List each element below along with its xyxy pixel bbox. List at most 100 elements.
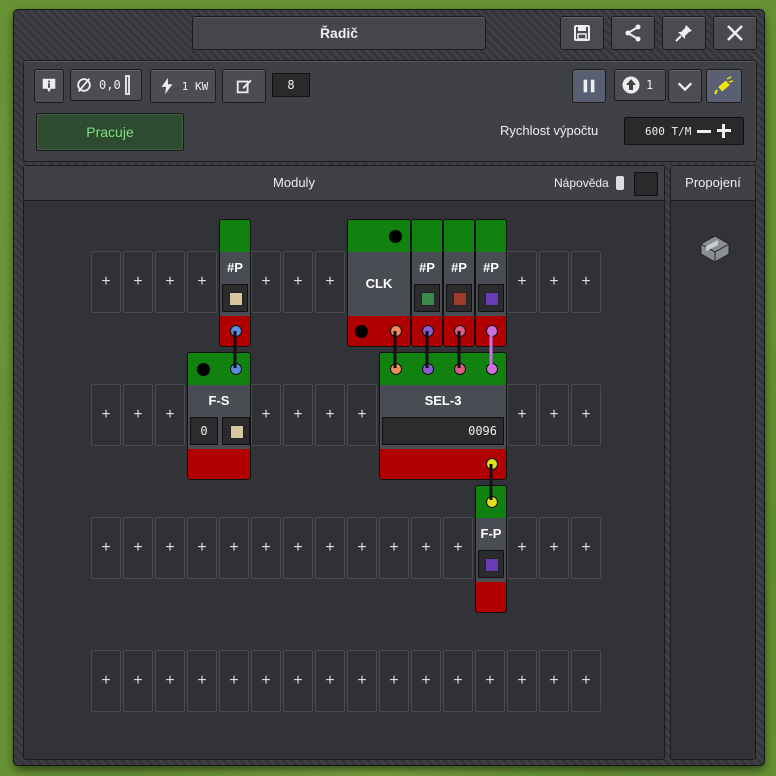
module-fp-input-port[interactable] [486,496,498,508]
step-dropdown-button[interactable] [668,69,702,103]
module-fs-value[interactable]: 0 [190,417,218,445]
empty-slot[interactable]: + [251,384,281,446]
empty-slot[interactable]: + [219,517,249,579]
empty-slot[interactable]: + [379,650,409,712]
module-fs-label: F-S [208,393,230,408]
empty-slot[interactable]: + [91,384,121,446]
speed-decrease-button[interactable] [697,129,712,133]
empty-slot[interactable]: + [315,251,345,313]
empty-slot[interactable]: + [571,384,601,446]
edit-button[interactable] [222,69,266,103]
module-p4[interactable]: #P [475,219,507,347]
module-p1-item[interactable] [222,284,248,312]
empty-slot[interactable]: + [155,517,185,579]
module-fs-item[interactable] [222,417,250,445]
module-sel3-value[interactable]: 0096 [382,417,504,445]
empty-slot[interactable]: + [507,517,537,579]
module-fs-input-port[interactable] [230,363,242,375]
module-p2[interactable]: #P [411,219,443,347]
flashlight-icon [714,76,734,95]
empty-slot[interactable]: + [91,251,121,313]
empty-slot[interactable]: + [187,251,217,313]
energy-button[interactable]: 1 KW [150,69,216,103]
module-clk-output-port[interactable] [390,325,402,337]
empty-slot[interactable]: + [91,517,121,579]
empty-slot[interactable]: + [315,384,345,446]
module-p4-item[interactable] [478,284,504,312]
close-button[interactable] [713,16,757,50]
empty-slot[interactable]: + [123,517,153,579]
empty-slot[interactable]: + [315,517,345,579]
empty-slot[interactable]: + [219,650,249,712]
module-p4-output-port[interactable] [486,325,498,337]
empty-slot[interactable]: + [155,650,185,712]
module-sel3-label: SEL-3 [424,393,462,408]
empty-slot[interactable]: + [539,650,569,712]
empty-slot[interactable]: + [347,517,377,579]
empty-slot[interactable]: + [571,517,601,579]
module-clk[interactable]: CLK [347,219,411,347]
power-button[interactable]: 0,0 [70,69,142,101]
empty-slot[interactable]: + [571,650,601,712]
item-icon [485,292,499,306]
pin-button[interactable] [662,16,706,50]
speed-increase-button[interactable] [717,124,732,138]
empty-slot[interactable]: + [155,251,185,313]
empty-slot[interactable]: + [283,650,313,712]
empty-slot[interactable]: + [155,384,185,446]
empty-slot[interactable]: + [123,650,153,712]
step-button[interactable]: 1 [614,69,666,101]
empty-slot[interactable]: + [539,517,569,579]
module-p3-item[interactable] [446,284,472,312]
empty-slot[interactable]: + [379,517,409,579]
module-p2-item[interactable] [414,284,440,312]
empty-slot[interactable]: + [571,251,601,313]
arrow-up-circle-icon [622,76,640,94]
module-sel3-input-port-3[interactable] [454,363,466,375]
save-button[interactable] [560,16,604,50]
empty-slot[interactable]: + [251,517,281,579]
empty-slot[interactable]: + [283,384,313,446]
module-p1[interactable]: #P [219,219,251,347]
module-sel3-input-port-2[interactable] [422,363,434,375]
module-fp-item[interactable] [478,550,504,578]
share-button[interactable] [611,16,655,50]
module-p3-output-port[interactable] [454,325,466,337]
empty-slot[interactable]: + [475,650,505,712]
empty-slot[interactable]: + [251,251,281,313]
empty-slot[interactable]: + [539,251,569,313]
empty-slot[interactable]: + [507,251,537,313]
empty-slot[interactable]: + [347,384,377,446]
empty-slot[interactable]: + [123,251,153,313]
empty-slot[interactable]: + [443,650,473,712]
empty-slot[interactable]: + [443,517,473,579]
empty-slot[interactable]: + [411,517,441,579]
empty-slot[interactable]: + [539,384,569,446]
module-sel3[interactable]: SEL-3 0096 [379,352,507,480]
module-sel3-input-port-1[interactable] [390,363,402,375]
empty-slot[interactable]: + [251,650,281,712]
module-p3[interactable]: #P [443,219,475,347]
empty-slot[interactable]: + [187,650,217,712]
empty-slot[interactable]: + [187,517,217,579]
pause-button[interactable] [572,69,606,103]
module-p1-output-port[interactable] [230,325,242,337]
module-sel3-input-port-4[interactable] [486,363,498,375]
info-button[interactable] [34,69,64,103]
empty-slot[interactable]: + [507,384,537,446]
router-device-icon[interactable] [697,232,733,264]
module-fs[interactable]: F-S 0 [187,352,251,480]
module-p2-output-port[interactable] [422,325,434,337]
module-sel3-output-port[interactable] [486,458,498,470]
empty-slot[interactable]: + [123,384,153,446]
empty-slot[interactable]: + [283,517,313,579]
module-grid: + + + + + + + + + + + + + + + + + + + + + + + + + + + + + + + + + + + + + + + +… [24,166,664,759]
empty-slot[interactable]: + [347,650,377,712]
empty-slot[interactable]: + [91,650,121,712]
highlight-button[interactable] [706,69,742,103]
empty-slot[interactable]: + [315,650,345,712]
module-fp[interactable]: F-P [475,485,507,613]
empty-slot[interactable]: + [507,650,537,712]
empty-slot[interactable]: + [411,650,441,712]
empty-slot[interactable]: + [283,251,313,313]
